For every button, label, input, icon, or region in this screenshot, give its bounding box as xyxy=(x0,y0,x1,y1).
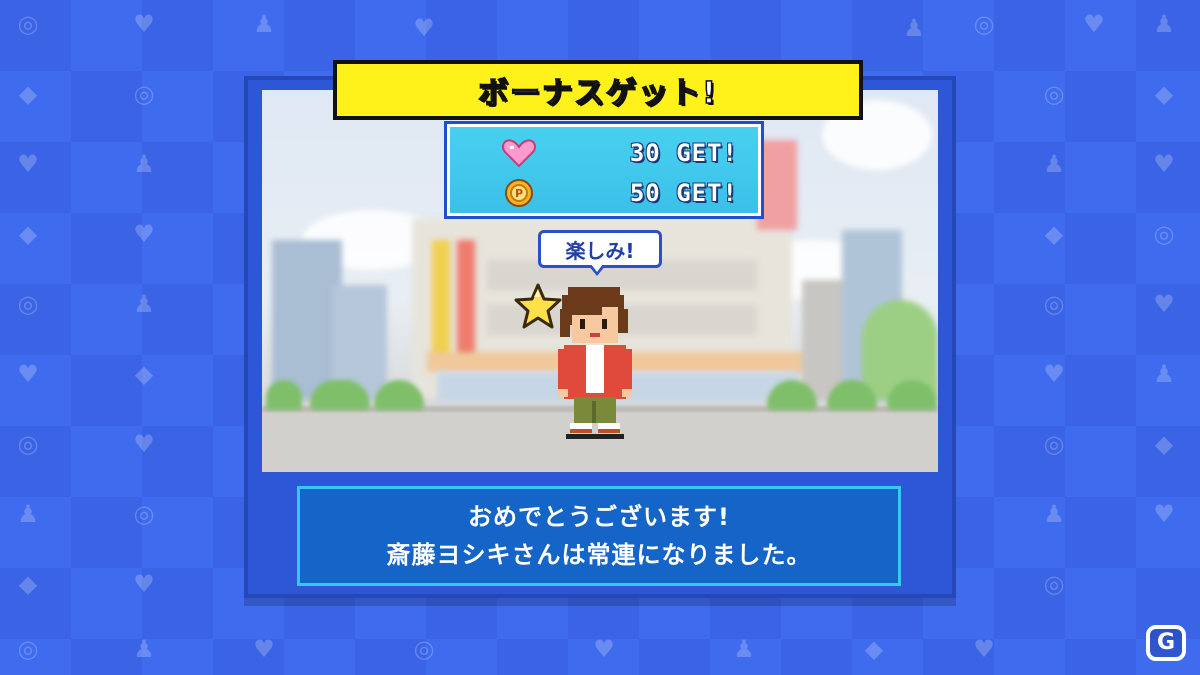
heart-icon: ♥ xyxy=(1083,10,1105,38)
coin-icon: ◎ xyxy=(17,290,39,318)
coin-icon: ◎ xyxy=(17,430,39,458)
speech-bubble-text: 楽しみ! xyxy=(565,238,635,263)
ticket-icon: ◆ xyxy=(18,570,38,598)
message-line-1: おめでとうございます! xyxy=(468,503,730,531)
speech-bubble: 楽しみ! xyxy=(538,230,662,268)
ticket-icon: ◆ xyxy=(864,635,884,663)
coin-icon: ◎ xyxy=(1043,290,1065,318)
p-coin-icon: P xyxy=(505,179,533,207)
site-logo: G xyxy=(1146,625,1186,661)
reward-row-coin: P 50 GET! xyxy=(450,173,758,213)
store-sign xyxy=(432,240,450,360)
bush xyxy=(266,380,302,410)
coin-icon: ◎ xyxy=(133,500,155,528)
heart-icon: ♥ xyxy=(17,150,39,178)
heart-reward-value: 30 GET! xyxy=(629,139,738,167)
bonus-title-banner: ボーナスゲット! xyxy=(333,60,863,120)
heart-icon: ♥ xyxy=(253,635,275,663)
message-box[interactable]: おめでとうございます! 斎藤ヨシキさんは常連になりました。 xyxy=(297,486,901,586)
user-icon: ♟ xyxy=(253,10,275,38)
user-icon: ♟ xyxy=(733,635,755,663)
heart-icon: ♥ xyxy=(133,430,155,458)
user-icon: ♟ xyxy=(1043,150,1065,178)
coin-icon: ◎ xyxy=(413,635,435,663)
ticket-icon: ◆ xyxy=(18,80,38,108)
coin-icon: ◎ xyxy=(1043,430,1065,458)
heart-icon: ♥ xyxy=(133,10,155,38)
heart-icon xyxy=(502,139,536,168)
coin-icon: ◎ xyxy=(17,10,39,38)
ticket-icon: ◆ xyxy=(1154,430,1174,458)
user-icon: ♟ xyxy=(1043,500,1065,528)
coin-icon: ◎ xyxy=(17,635,39,663)
user-icon: ♟ xyxy=(903,14,925,42)
message-line-2: 斎藤ヨシキさんは常連になりました。 xyxy=(386,541,812,569)
customer-character xyxy=(558,287,632,439)
user-icon: ♟ xyxy=(133,290,155,318)
site-logo-letter: G xyxy=(1156,630,1176,655)
store-sign xyxy=(457,240,475,360)
heart-icon: ♥ xyxy=(133,570,155,598)
heart-icon: ♥ xyxy=(1153,500,1175,528)
bonus-title: ボーナスゲット! xyxy=(477,75,718,112)
ticket-icon: ◆ xyxy=(134,360,154,388)
heart-icon: ♥ xyxy=(1153,150,1175,178)
heart-icon: ♥ xyxy=(973,635,995,663)
user-icon: ♟ xyxy=(1153,10,1175,38)
svg-text:P: P xyxy=(515,187,523,200)
speech-bubble-tail-inner xyxy=(591,264,603,272)
heart-icon: ♥ xyxy=(593,635,615,663)
coin-reward-value: 50 GET! xyxy=(629,179,738,207)
coin-icon: ◎ xyxy=(1043,80,1065,108)
red-tower xyxy=(757,140,797,230)
reward-row-heart: 30 GET! xyxy=(450,133,758,173)
ticket-icon: ◆ xyxy=(1154,80,1174,108)
coin-icon: ◎ xyxy=(973,10,995,38)
ticket-icon: ◆ xyxy=(1044,220,1064,248)
heart-icon: ♥ xyxy=(413,14,435,42)
coin-icon: ◎ xyxy=(1043,570,1065,598)
ticket-icon: ◆ xyxy=(18,220,38,248)
heart-icon: ♥ xyxy=(17,360,39,388)
user-icon: ♟ xyxy=(133,150,155,178)
heart-icon: ♥ xyxy=(1153,290,1175,318)
heart-icon: ♥ xyxy=(133,220,155,248)
user-icon: ♟ xyxy=(133,635,155,663)
coin-icon: ◎ xyxy=(133,80,155,108)
heart-icon: ♥ xyxy=(1043,360,1065,388)
rewards-box: 30 GET! P 50 GET! xyxy=(444,121,764,219)
coin-icon: ◎ xyxy=(1153,220,1175,248)
user-icon: ♟ xyxy=(1153,360,1175,388)
user-icon: ♟ xyxy=(17,500,39,528)
